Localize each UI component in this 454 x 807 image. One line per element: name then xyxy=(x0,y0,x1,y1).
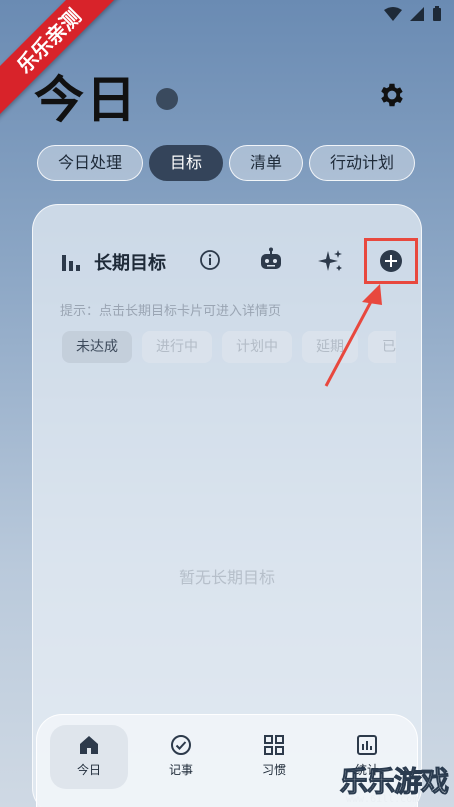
page-header: 今日 xyxy=(34,60,178,132)
sparkle-icon[interactable] xyxy=(318,248,344,274)
filter-planned[interactable]: 计划中 xyxy=(222,331,292,363)
filter-unachieved[interactable]: 未达成 xyxy=(62,331,132,363)
info-icon[interactable] xyxy=(199,249,221,271)
watermark-url: www.6ill.com xyxy=(346,794,419,805)
page-title: 今日 xyxy=(34,71,138,129)
tab-list[interactable]: 清单 xyxy=(229,145,304,181)
wifi-icon xyxy=(384,7,402,21)
nav-notes[interactable]: 记事 xyxy=(142,725,220,789)
nav-label: 习惯 xyxy=(261,763,286,777)
card-title: 长期目标 xyxy=(94,253,166,274)
bar-chart-icon xyxy=(62,255,80,271)
grid-icon xyxy=(264,735,284,755)
filter-done[interactable]: 已 xyxy=(368,331,396,363)
nav-label: 今日 xyxy=(76,763,101,777)
status-icons xyxy=(384,6,442,22)
tab-bar: 今日处理 目标 清单 行动计划 xyxy=(37,145,421,183)
battery-icon xyxy=(433,6,441,21)
settings-button[interactable] xyxy=(377,80,407,110)
home-icon xyxy=(80,736,98,754)
add-goal-highlight xyxy=(364,238,418,284)
filter-in-progress[interactable]: 进行中 xyxy=(142,331,212,363)
nav-today[interactable]: 今日 xyxy=(50,725,128,789)
status-dot xyxy=(156,88,178,110)
nav-habits[interactable]: 习惯 xyxy=(235,725,313,789)
signal-icon xyxy=(410,7,424,21)
nav-label: 记事 xyxy=(168,763,193,777)
tab-goals[interactable]: 目标 xyxy=(149,145,224,181)
robot-icon[interactable] xyxy=(258,247,284,273)
empty-state-text: 暂无长期目标 xyxy=(178,568,275,587)
filter-delayed[interactable]: 延期 xyxy=(302,331,358,363)
watermark: 乐乐游戏 www.6ill.com xyxy=(339,760,454,807)
tab-today[interactable]: 今日处理 xyxy=(37,145,144,181)
tab-action-plan[interactable]: 行动计划 xyxy=(309,145,416,181)
filter-chips: 未达成 进行中 计划中 延期已 xyxy=(62,331,396,365)
check-circle-icon xyxy=(171,735,191,755)
hint-text: 提示：点击长期目标卡片可进入详情页 xyxy=(60,304,282,319)
gear-icon xyxy=(381,83,403,107)
chart-box-icon xyxy=(357,735,377,755)
